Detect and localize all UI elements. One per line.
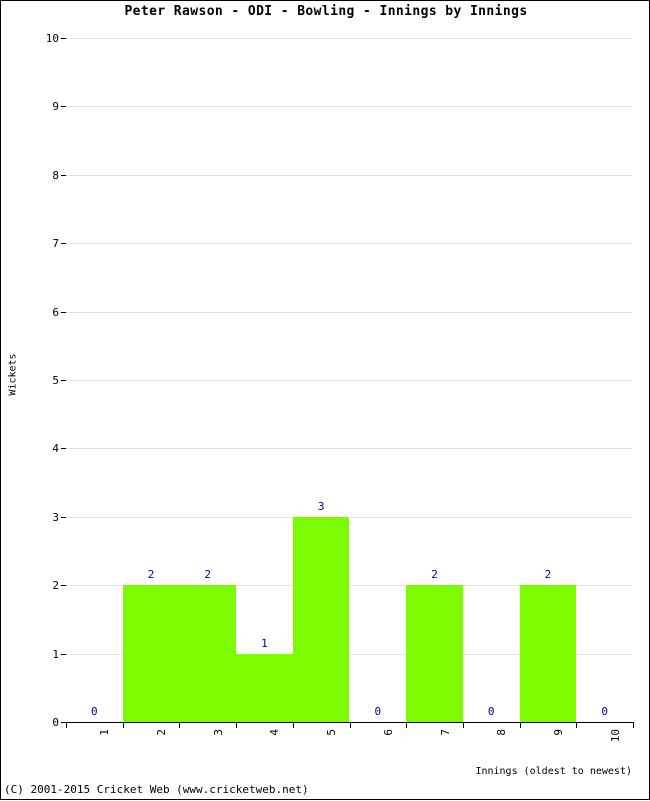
bar (236, 653, 293, 722)
gridline (66, 516, 633, 518)
bar (292, 516, 350, 722)
bar-value-label: 2 (544, 568, 552, 582)
y-axis-title: Wickets (7, 353, 19, 396)
x-tick-label: 3 (211, 729, 225, 736)
gridline (66, 106, 633, 108)
x-tick-mark (122, 723, 124, 728)
x-tick-mark (519, 723, 521, 728)
bar (406, 585, 463, 722)
x-tick-mark (236, 723, 238, 728)
chart-title: Peter Rawson - ODI - Bowling - Innings b… (124, 4, 528, 19)
x-tick-label: 2 (155, 729, 169, 736)
x-tick-label: 8 (495, 729, 509, 736)
bar (122, 585, 180, 722)
gridline (66, 174, 633, 176)
y-tick-label: 0 (52, 716, 59, 729)
x-tick-mark (462, 723, 464, 728)
x-tick-mark (633, 723, 634, 728)
bar-value-label: 0 (374, 705, 382, 718)
bar-value-label: 2 (204, 568, 212, 582)
x-tick-mark (179, 723, 181, 728)
plot-area (66, 38, 633, 722)
x-tick-label: 9 (551, 729, 565, 736)
x-tick-label: 7 (438, 729, 452, 736)
gridline (66, 38, 633, 39)
x-tick-mark (292, 723, 294, 728)
x-tick-label: 4 (268, 729, 282, 736)
bowling-innings-chart: Peter Rawson - ODI - Bowling - Innings b… (0, 0, 650, 800)
y-tick-label: 9 (52, 100, 59, 114)
y-tick-label: 4 (52, 442, 59, 456)
bar-value-label: 0 (91, 705, 98, 718)
bar-value-label: 0 (487, 705, 495, 718)
y-tick-label: 7 (52, 237, 59, 251)
x-tick-mark (349, 723, 351, 728)
bar (519, 585, 577, 722)
y-tick-label: 3 (52, 510, 59, 524)
bar-value-label: 3 (317, 499, 325, 513)
x-tick-label: 6 (381, 729, 395, 736)
x-tick-label: 10 (608, 729, 622, 743)
gridline (66, 311, 633, 313)
bar-value-label: 2 (431, 568, 438, 582)
x-tick-label: 1 (98, 729, 112, 736)
bar-value-label: 2 (147, 568, 155, 582)
x-tick-mark (406, 723, 408, 728)
y-tick-label: 10 (45, 32, 59, 45)
y-tick-label: 1 (52, 647, 59, 661)
gridline (66, 448, 633, 450)
gridline (66, 243, 633, 245)
x-tick-mark (576, 723, 578, 728)
gridline (66, 380, 633, 381)
footer-copyright: (C) 2001-2015 Cricket Web (www.cricketwe… (4, 783, 309, 796)
x-tick-label: 5 (325, 729, 339, 736)
bar-value-label: 0 (601, 705, 608, 718)
y-tick-label: 6 (52, 305, 59, 319)
y-tick-label: 2 (52, 579, 59, 593)
bar-value-label: 1 (261, 636, 268, 650)
bar (179, 585, 237, 722)
y-tick-label: 8 (52, 168, 59, 182)
x-tick-mark (66, 723, 67, 728)
x-axis-title: Innings (oldest to newest) (475, 766, 632, 777)
